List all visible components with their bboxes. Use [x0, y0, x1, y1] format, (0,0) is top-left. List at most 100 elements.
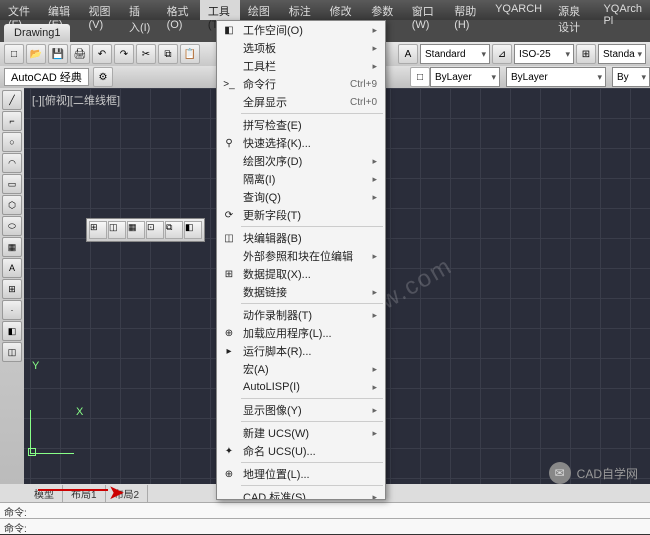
command-line[interactable]: 命令: [0, 502, 650, 518]
menu-item[interactable]: 绘图次序(D)▸ [217, 152, 385, 170]
menu-item[interactable]: AutoLISP(I)▸ [217, 378, 385, 396]
menu-item-label: 工作空间(O) [243, 22, 303, 38]
menu-3[interactable]: 插入(I) [121, 0, 159, 20]
menu-item[interactable]: ▸ 运行脚本(R)... [217, 342, 385, 360]
drawing-tab[interactable]: Drawing1 [4, 24, 70, 42]
linetype-combo[interactable]: ByLayer [506, 67, 606, 87]
menu-item-icon: ▸ [221, 343, 237, 359]
menu-2[interactable]: 视图(V) [81, 0, 121, 20]
save-button[interactable]: 💾 [48, 44, 68, 64]
text-tool[interactable]: A [2, 258, 22, 278]
ft-btn-3[interactable]: ▦ [127, 221, 145, 239]
color-swatch[interactable]: □ [410, 67, 430, 87]
ft-btn-2[interactable]: ◫ [108, 221, 126, 239]
redo-button[interactable]: ↷ [114, 44, 134, 64]
line-tool[interactable]: ╱ [2, 90, 22, 110]
menu-item[interactable]: ⊞数据提取(X)... [217, 265, 385, 283]
menu-4[interactable]: 格式(O) [159, 0, 200, 20]
layout-tab[interactable]: 布局1 [63, 485, 106, 502]
menu-separator [241, 398, 383, 399]
menu-14[interactable]: YQArch Pl [595, 0, 650, 20]
menu-item[interactable]: ✦命名 UCS(U)... [217, 442, 385, 460]
submenu-arrow-icon: ▸ [372, 405, 377, 416]
open-button[interactable]: 📂 [26, 44, 46, 64]
menu-item-label: 块编辑器(B) [243, 230, 302, 246]
menu-item[interactable]: ⊕加载应用程序(L)... [217, 324, 385, 342]
style-icon[interactable]: A [398, 44, 418, 64]
menu-item[interactable]: ⊕地理位置(L)... [217, 465, 385, 483]
arc-tool[interactable]: ◠ [2, 153, 22, 173]
menu-item-label: 动作录制器(T) [243, 307, 312, 323]
menu-item[interactable]: ◫块编辑器(B) [217, 229, 385, 247]
ellipse-tool[interactable]: ⬭ [2, 216, 22, 236]
menu-0[interactable]: 文件(F) [0, 0, 40, 20]
ft-btn-6[interactable]: ◧ [184, 221, 202, 239]
table-style-combo[interactable]: Standa [598, 44, 646, 64]
menu-item[interactable]: >_命令行Ctrl+9 [217, 75, 385, 93]
lineweight-combo[interactable]: By [612, 67, 650, 87]
menu-item[interactable]: ⟳更新字段(T) [217, 206, 385, 224]
polygon-tool[interactable]: ⬡ [2, 195, 22, 215]
menu-7[interactable]: 标注(N) [281, 0, 322, 20]
table-tool[interactable]: ⊞ [2, 279, 22, 299]
layout-tab[interactable]: 模型 [26, 485, 63, 502]
block-tool[interactable]: ◫ [2, 342, 22, 362]
menu-item[interactable]: 外部参照和块在位编辑▸ [217, 247, 385, 265]
ft-btn-4[interactable]: ⊡ [146, 221, 164, 239]
cut-button[interactable]: ✂ [136, 44, 156, 64]
table-icon[interactable]: ⊞ [576, 44, 596, 64]
menu-6[interactable]: 绘图(D) [240, 0, 281, 20]
menu-item[interactable]: 选项板▸ [217, 39, 385, 57]
new-button[interactable]: □ [4, 44, 24, 64]
menu-item[interactable]: CAD 标准(S)▸ [217, 488, 385, 500]
menu-separator [241, 113, 383, 114]
menu-item[interactable]: 显示图像(Y)▸ [217, 401, 385, 419]
menu-item-label: 宏(A) [243, 361, 269, 377]
rect-tool[interactable]: ▭ [2, 174, 22, 194]
floating-toolbar[interactable]: ⊞ ◫ ▦ ⊡ ⧉ ◧ [86, 218, 205, 242]
menu-item[interactable]: 工具栏▸ [217, 57, 385, 75]
menu-item[interactable]: 查询(Q)▸ [217, 188, 385, 206]
menu-1[interactable]: 编辑(E) [40, 0, 80, 20]
menu-item[interactable]: ◧工作空间(O)▸ [217, 21, 385, 39]
viewport-label[interactable]: [-][俯视][二维线框] [32, 92, 120, 108]
menu-item[interactable]: 数据链接▸ [217, 283, 385, 301]
text-style-combo[interactable]: Standard [420, 44, 490, 64]
menu-13[interactable]: 源泉设计 [550, 0, 595, 20]
menu-8[interactable]: 修改(M) [322, 0, 364, 20]
menu-10[interactable]: 窗口(W) [404, 0, 446, 20]
ws-button[interactable]: ⚙ [93, 67, 113, 87]
menu-item[interactable]: 隔离(I)▸ [217, 170, 385, 188]
polyline-tool[interactable]: ⌐ [2, 111, 22, 131]
ft-btn-1[interactable]: ⊞ [89, 221, 107, 239]
plot-button[interactable]: 🖨 [70, 44, 90, 64]
hatch-tool[interactable]: ▦ [2, 237, 22, 257]
menu-item[interactable]: 宏(A)▸ [217, 360, 385, 378]
menu-11[interactable]: 帮助(H) [446, 0, 487, 20]
command-input[interactable]: 命令: [0, 518, 650, 534]
undo-button[interactable]: ↶ [92, 44, 112, 64]
dim-icon[interactable]: ⊿ [492, 44, 512, 64]
paste-button[interactable]: 📋 [180, 44, 200, 64]
menu-item[interactable]: 动作录制器(T) ▸ [217, 306, 385, 324]
point-tool[interactable]: · [2, 300, 22, 320]
menu-item[interactable]: 新建 UCS(W)▸ [217, 424, 385, 442]
menu-item[interactable]: 全屏显示Ctrl+0 [217, 93, 385, 111]
circle-tool[interactable]: ○ [2, 132, 22, 152]
menu-item-label: 运行脚本(R)... [243, 343, 311, 359]
menu-12[interactable]: YQARCH [487, 0, 550, 20]
submenu-arrow-icon: ▸ [372, 310, 377, 321]
wechat-label: CAD自学网 [577, 465, 638, 482]
workspace-combo[interactable]: AutoCAD 经典 [4, 68, 89, 86]
menu-5[interactable]: 工具(T) [200, 0, 240, 20]
menu-item[interactable]: ⚲快速选择(K)... [217, 134, 385, 152]
menu-item[interactable]: 拼写检查(E) [217, 116, 385, 134]
submenu-arrow-icon: ▸ [372, 192, 377, 203]
ft-btn-5[interactable]: ⧉ [165, 221, 183, 239]
copy-button[interactable]: ⧉ [158, 44, 178, 64]
dim-style-combo[interactable]: ISO-25 [514, 44, 574, 64]
region-tool[interactable]: ◧ [2, 321, 22, 341]
layer-combo[interactable]: ByLayer [430, 67, 500, 87]
menu-9[interactable]: 参数(P) [363, 0, 403, 20]
menu-item-icon: ⊕ [221, 466, 237, 482]
